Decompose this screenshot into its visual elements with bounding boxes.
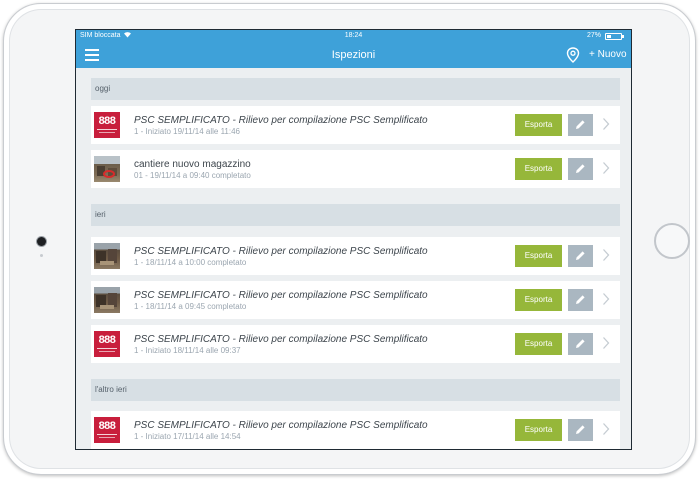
site-photo (94, 243, 120, 269)
item-title: PSC SEMPLIFICATO - Rilievo per compilazi… (134, 334, 428, 345)
export-button[interactable]: Esporta (515, 333, 562, 355)
item-title: PSC SEMPLIFICATO - Rilievo per compilazi… (134, 115, 428, 126)
site-photo (94, 156, 120, 182)
item-title: cantiere nuovo magazzino (134, 159, 251, 170)
list-item[interactable]: PSC SEMPLIFICATO - Rilievo per compilazi… (91, 281, 620, 319)
inspection-list[interactable]: oggi 888 PSC SEMPLIFICATO - Rilievo per … (76, 68, 631, 449)
chevron-right-icon[interactable] (602, 422, 610, 441)
battery-fill (607, 35, 611, 38)
item-subtitle: 1 - Iniziato 17/11/14 alle 14:54 (134, 432, 241, 441)
pencil-icon (576, 339, 585, 348)
edit-button[interactable] (568, 419, 593, 441)
company-logo: 888 (94, 112, 120, 138)
pencil-icon (576, 425, 585, 434)
item-title: PSC SEMPLIFICATO - Rilievo per compilazi… (134, 420, 428, 431)
item-subtitle: 1 - 18/11/14 a 09:45 completato (134, 302, 247, 311)
list-item[interactable]: 888 PSC SEMPLIFICATO - Rilievo per compi… (91, 325, 620, 363)
export-button[interactable]: Esporta (515, 114, 562, 136)
edit-button[interactable] (568, 158, 593, 180)
home-button[interactable] (654, 223, 690, 259)
chevron-right-icon[interactable] (602, 292, 610, 311)
camera-icon (37, 237, 46, 246)
edit-button[interactable] (568, 289, 593, 311)
status-time: 18:24 (344, 32, 363, 39)
company-logo: 888 (94, 331, 120, 357)
export-button[interactable]: Esporta (515, 158, 562, 180)
company-logo: 888 (94, 417, 120, 443)
section-header-day-before: l'altro ieri (91, 379, 620, 401)
chevron-right-icon[interactable] (602, 161, 610, 180)
edit-button[interactable] (568, 245, 593, 267)
item-title: PSC SEMPLIFICATO - Rilievo per compilazi… (134, 246, 428, 257)
list-item[interactable]: 888 PSC SEMPLIFICATO - Rilievo per compi… (91, 411, 620, 449)
nav-bar: Ispezioni + Nuovo (76, 42, 631, 68)
list-item[interactable]: PSC SEMPLIFICATO - Rilievo per compilazi… (91, 237, 620, 275)
battery-icon (605, 33, 622, 40)
app-screen: SIM bloccata 18:24 27% Ispezioni + Nuovo… (75, 29, 632, 450)
export-button[interactable]: Esporta (515, 419, 562, 441)
chevron-right-icon[interactable] (602, 117, 610, 136)
chevron-right-icon[interactable] (602, 248, 610, 267)
item-subtitle: 1 - 18/11/14 a 10:00 completato (134, 258, 247, 267)
list-item[interactable]: cantiere nuovo magazzino 01 - 19/11/14 a… (91, 150, 620, 188)
pencil-icon (576, 251, 585, 260)
edit-button[interactable] (568, 114, 593, 136)
chevron-right-icon[interactable] (602, 336, 610, 355)
sensor-dot (40, 254, 43, 257)
battery-percent: 27% (586, 32, 601, 39)
pencil-icon (576, 295, 585, 304)
list-item[interactable]: 888 PSC SEMPLIFICATO - Rilievo per compi… (91, 106, 620, 144)
new-inspection-button[interactable]: + Nuovo (589, 42, 627, 68)
item-subtitle: 1 - Iniziato 19/11/14 alle 11:46 (134, 127, 240, 136)
pencil-icon (576, 164, 585, 173)
item-title: PSC SEMPLIFICATO - Rilievo per compilazi… (134, 290, 428, 301)
site-photo (94, 287, 120, 313)
tablet-frame: SIM bloccata 18:24 27% Ispezioni + Nuovo… (3, 3, 696, 475)
item-subtitle: 1 - Iniziato 18/11/14 alle 09:37 (134, 346, 241, 355)
battery-tip (622, 35, 624, 38)
edit-button[interactable] (568, 333, 593, 355)
item-subtitle: 01 - 19/11/14 a 09:40 completato (134, 171, 251, 180)
location-pin-icon[interactable] (566, 47, 580, 63)
section-header-today: oggi (91, 78, 620, 100)
section-header-yesterday: ieri (91, 204, 620, 226)
status-bar: SIM bloccata 18:24 27% (76, 30, 631, 42)
pencil-icon (576, 120, 585, 129)
export-button[interactable]: Esporta (515, 245, 562, 267)
export-button[interactable]: Esporta (515, 289, 562, 311)
page-title: Ispezioni (331, 49, 376, 61)
